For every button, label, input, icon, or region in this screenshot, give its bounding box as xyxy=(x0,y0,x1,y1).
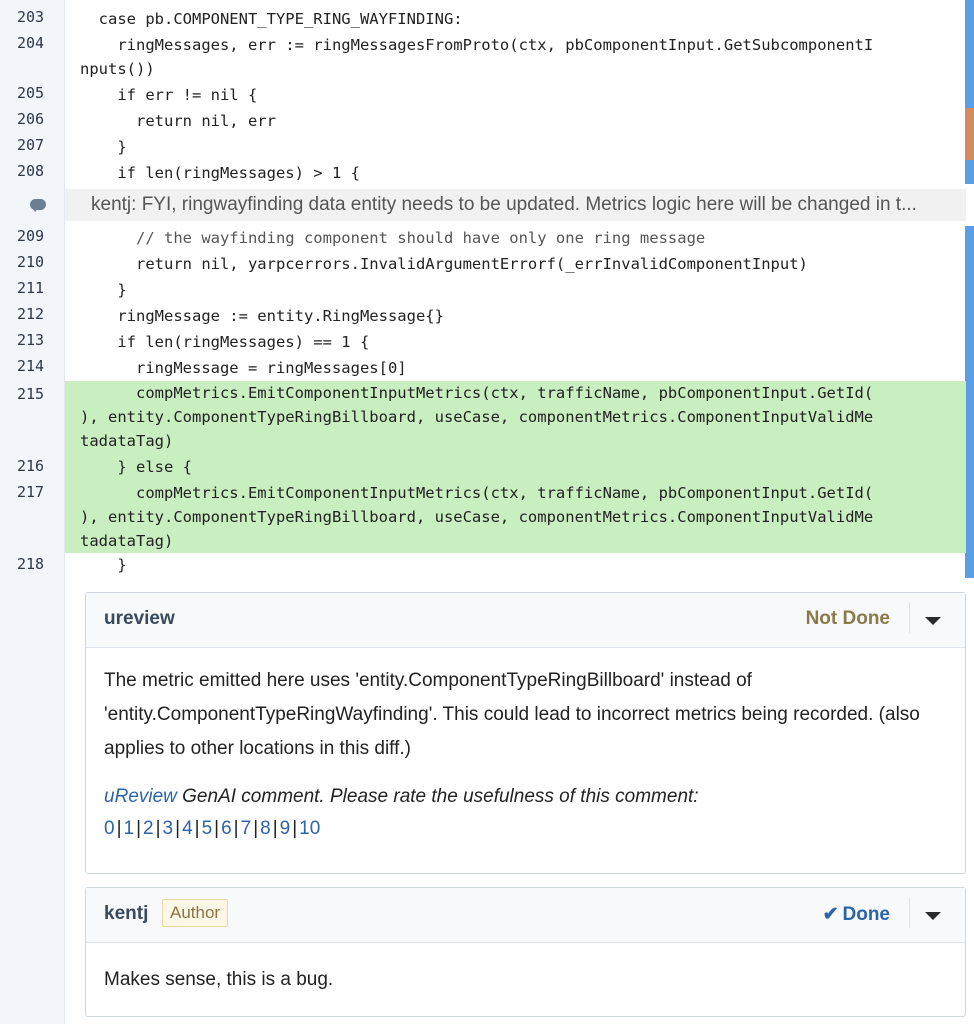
line-number: 210 xyxy=(17,253,45,271)
header-divider xyxy=(909,603,910,633)
rating-link-8[interactable]: 8 xyxy=(260,818,271,839)
code-text: ringMessages, err := ringMessagesFromPro… xyxy=(80,36,874,78)
comment-body: Makes sense, this is a bug. xyxy=(86,943,965,997)
rating-separator: | xyxy=(292,818,298,839)
scroll-marker-comment xyxy=(965,108,974,160)
rating-separator: | xyxy=(233,818,239,839)
line-number: 211 xyxy=(17,279,45,297)
line-number: 207 xyxy=(17,136,45,154)
author-badge: Author xyxy=(162,899,229,927)
inline-comment-row[interactable]: kentj: FYI, ringwayfinding data entity n… xyxy=(65,189,966,221)
line-number: 208 xyxy=(17,162,45,180)
code-line-218: 218 } xyxy=(0,553,966,579)
author-reply-card: kentj Author ✔ Done Makes sense, this is … xyxy=(85,887,966,1017)
rating-link-7[interactable]: 7 xyxy=(241,818,252,839)
line-number: 212 xyxy=(17,305,45,323)
line-number: 205 xyxy=(17,84,45,102)
code-line-208: 208 if len(ringMessages) > 1 { xyxy=(0,160,966,186)
code-line-217-added: 217 compMetrics.EmitComponentInputMetric… xyxy=(17,481,966,553)
rating-link-6[interactable]: 6 xyxy=(221,818,232,839)
code-line-205: 205 if err != nil { xyxy=(0,82,966,108)
code-text: } xyxy=(80,138,127,156)
comment-header: kentj Author ✔ Done xyxy=(86,888,965,943)
code-line-206: 206 return nil, err xyxy=(0,108,966,134)
comment-body: The metric emitted here uses 'entity.Com… xyxy=(86,648,965,846)
rating-separator: | xyxy=(272,818,278,839)
chevron-down-icon[interactable] xyxy=(925,617,941,625)
chevron-down-icon[interactable] xyxy=(925,912,941,920)
line-number: 214 xyxy=(17,357,45,375)
review-comment-card: ureview Not Done The metric emitted here… xyxy=(85,592,966,874)
check-icon: ✔ xyxy=(822,904,839,925)
rating-link-5[interactable]: 5 xyxy=(202,818,213,839)
line-number: 213 xyxy=(17,331,45,349)
line-number: 217 xyxy=(17,483,45,501)
genai-prompt: uReview GenAI comment. Please rate the u… xyxy=(104,782,947,812)
comment-text: Makes sense, this is a bug. xyxy=(104,969,334,990)
comment-author[interactable]: ureview xyxy=(104,608,175,630)
status-done[interactable]: ✔ Done xyxy=(823,903,890,926)
rating-separator: | xyxy=(253,818,259,839)
rating-separator: | xyxy=(194,818,200,839)
code-text: } xyxy=(80,281,127,299)
code-text: } else { xyxy=(80,458,192,476)
status-not-done[interactable]: Not Done xyxy=(806,608,890,630)
code-line-204: 204 ringMessages, err := ringMessagesFro… xyxy=(0,32,966,82)
rating-separator: | xyxy=(175,818,181,839)
code-text: ringMessage := entity.RingMessage{} xyxy=(80,307,444,325)
header-divider xyxy=(909,898,910,928)
rating-link-4[interactable]: 4 xyxy=(182,818,193,839)
rating-separator: | xyxy=(116,818,122,839)
code-line-211: 211 } xyxy=(0,277,966,303)
rating-link-0[interactable]: 0 xyxy=(104,818,115,839)
code-line-203: 203 case pb.COMPONENT_TYPE_RING_WAYFINDI… xyxy=(0,6,966,30)
code-text: if len(ringMessages) == 1 { xyxy=(80,333,370,351)
code-line-209: 209 // the wayfinding component should h… xyxy=(0,225,966,251)
line-number: 204 xyxy=(17,34,45,52)
comment-header: ureview Not Done xyxy=(86,593,965,648)
code-text: if len(ringMessages) > 1 { xyxy=(80,164,360,182)
ureview-link[interactable]: uReview xyxy=(104,786,177,807)
code-text: return nil, err xyxy=(80,112,276,130)
code-text: } xyxy=(80,556,127,574)
scroll-marker-blue-2 xyxy=(965,226,974,578)
scroll-marker-blue-top xyxy=(965,0,974,108)
rating-separator: | xyxy=(214,818,220,839)
line-number: 218 xyxy=(17,555,45,573)
code-text: ringMessage = ringMessages[0] xyxy=(80,359,407,377)
rating-separator: | xyxy=(155,818,161,839)
comment-text: The metric emitted here uses 'entity.Com… xyxy=(104,670,920,759)
line-number: 206 xyxy=(17,110,45,128)
code-line-213: 213 if len(ringMessages) == 1 { xyxy=(0,329,966,355)
comment-author[interactable]: kentj xyxy=(104,903,148,925)
code-line-212: 212 ringMessage := entity.RingMessage{} xyxy=(0,303,966,329)
rating-link-10[interactable]: 10 xyxy=(299,818,320,839)
code-line-207: 207 } xyxy=(0,134,966,160)
rating-link-3[interactable]: 3 xyxy=(163,818,174,839)
code-line-210: 210 return nil, yarpcerrors.InvalidArgum… xyxy=(0,251,966,277)
code-line-216-added: 216 } else { xyxy=(17,455,966,481)
code-text: case pb.COMPONENT_TYPE_RING_WAYFINDING: xyxy=(80,10,463,28)
scroll-marker-blue xyxy=(965,160,974,184)
code-text: compMetrics.EmitComponentInputMetrics(ct… xyxy=(80,484,874,550)
genai-text: GenAI comment. Please rate the usefulnes… xyxy=(176,786,699,807)
code-text: // the wayfinding component should have … xyxy=(80,229,706,247)
line-number: 209 xyxy=(17,227,45,245)
line-number: 215 xyxy=(17,385,45,403)
code-text: compMetrics.EmitComponentInputMetrics(ct… xyxy=(80,384,874,450)
rating-link-1[interactable]: 1 xyxy=(124,818,135,839)
comment-bubble-icon[interactable] xyxy=(30,199,46,212)
rating-separator: | xyxy=(136,818,142,839)
status-done-label: Done xyxy=(842,904,891,925)
code-line-215-added: 215 compMetrics.EmitComponentInputMetric… xyxy=(17,381,966,455)
code-text: return nil, yarpcerrors.InvalidArgumentE… xyxy=(80,255,808,273)
line-number: 216 xyxy=(17,457,45,475)
line-number: 203 xyxy=(17,8,45,26)
code-text: if err != nil { xyxy=(80,86,258,104)
inline-comment-text: kentj: FYI, ringwayfinding data entity n… xyxy=(91,194,917,215)
code-line-214: 214 ringMessage = ringMessages[0] xyxy=(0,355,966,381)
rating-link-9[interactable]: 9 xyxy=(280,818,291,839)
rating-links: 0 | 1 | 2 | 3 | 4 | 5 | 6 | 7 | 8 | 9 | 10 xyxy=(104,812,947,846)
rating-link-2[interactable]: 2 xyxy=(143,818,154,839)
